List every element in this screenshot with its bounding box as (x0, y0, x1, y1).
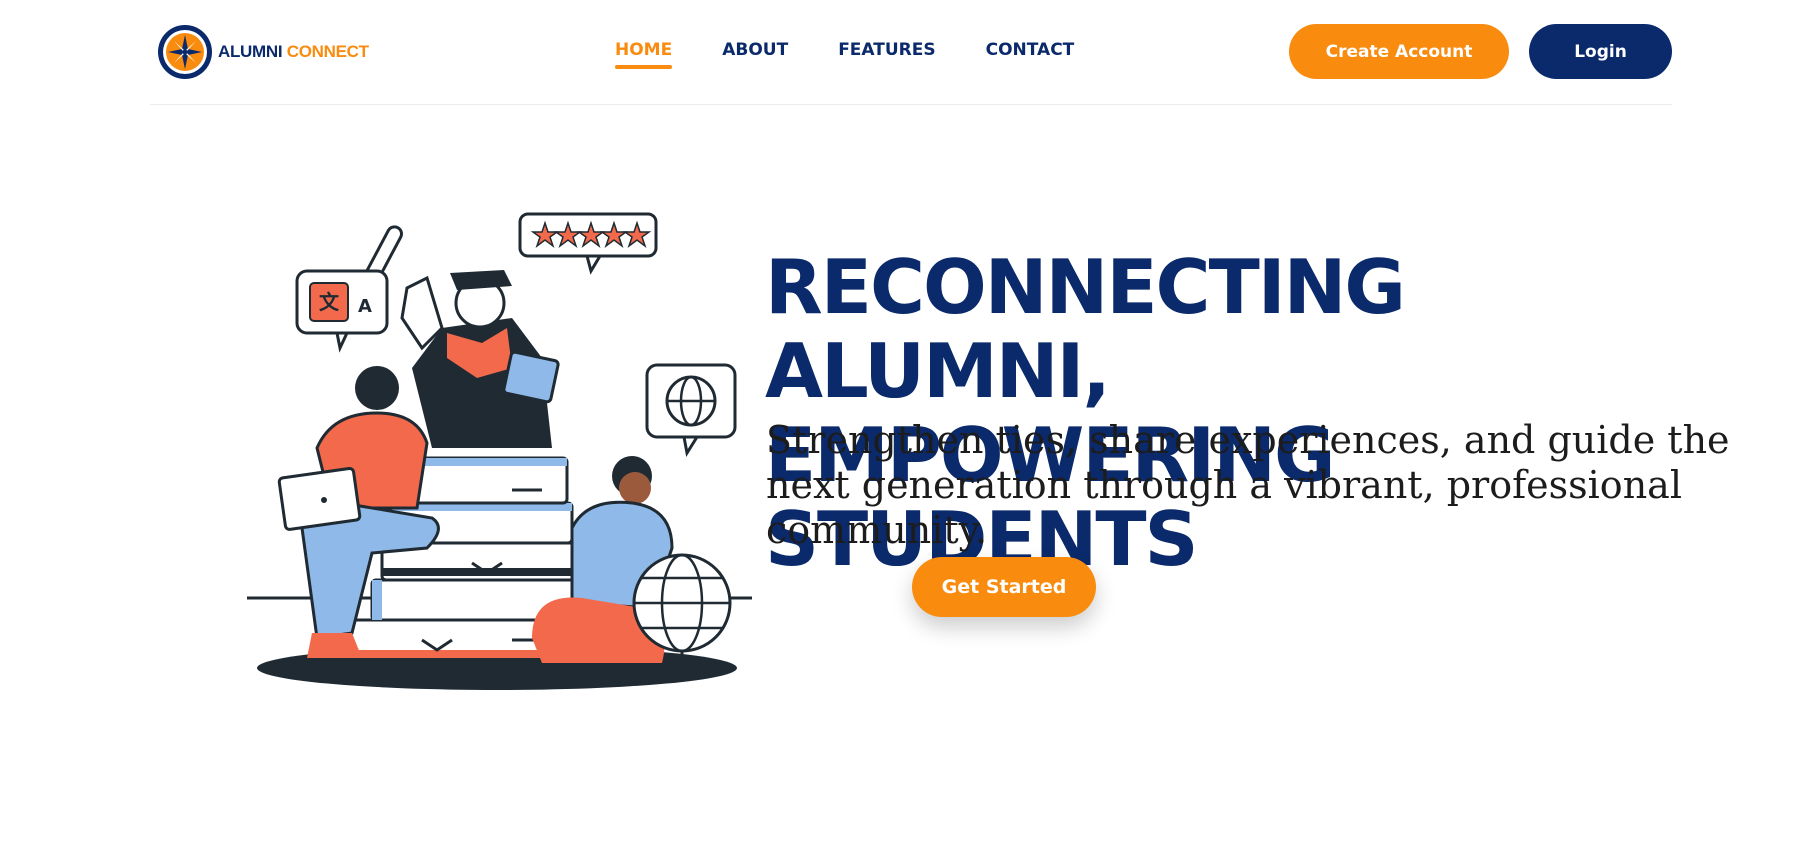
globe-bubble-icon (645, 363, 737, 458)
hero-illustration: 文 A (247, 212, 752, 690)
nav-features[interactable]: FEATURES (838, 40, 935, 68)
grad-cap (450, 270, 512, 290)
create-account-button[interactable]: Create Account (1289, 24, 1509, 79)
compass-logo-icon (158, 25, 212, 79)
translate-bubble-icon: 文 A (295, 269, 389, 353)
main-nav: HOME ABOUT FEATURES CONTACT (615, 40, 1075, 69)
translate-symbol-right: A (358, 296, 372, 317)
translate-symbol-left: 文 (319, 290, 340, 314)
laptop (277, 466, 362, 531)
rating-stars-bubble-icon (518, 212, 658, 275)
navbar: ALUMNI CONNECT HOME ABOUT FEATURES CONTA… (150, 0, 1672, 105)
login-button[interactable]: Login (1529, 24, 1672, 79)
hero-title-line1: RECONNECTING ALUMNI, (765, 243, 1406, 415)
hero-subtitle: Strengthen ties, share experiences, and … (766, 418, 1730, 552)
nav-about[interactable]: ABOUT (722, 40, 788, 68)
brand-name-part2: CONNECT (286, 42, 369, 61)
get-started-button[interactable]: Get Started (912, 557, 1096, 617)
brand-name-part1: ALUMNI (218, 42, 283, 61)
brand-logo[interactable]: ALUMNI CONNECT (156, 23, 369, 81)
brand-name: ALUMNI CONNECT (218, 42, 369, 62)
nav-home[interactable]: HOME (615, 40, 673, 69)
nav-contact[interactable]: CONTACT (986, 40, 1075, 68)
